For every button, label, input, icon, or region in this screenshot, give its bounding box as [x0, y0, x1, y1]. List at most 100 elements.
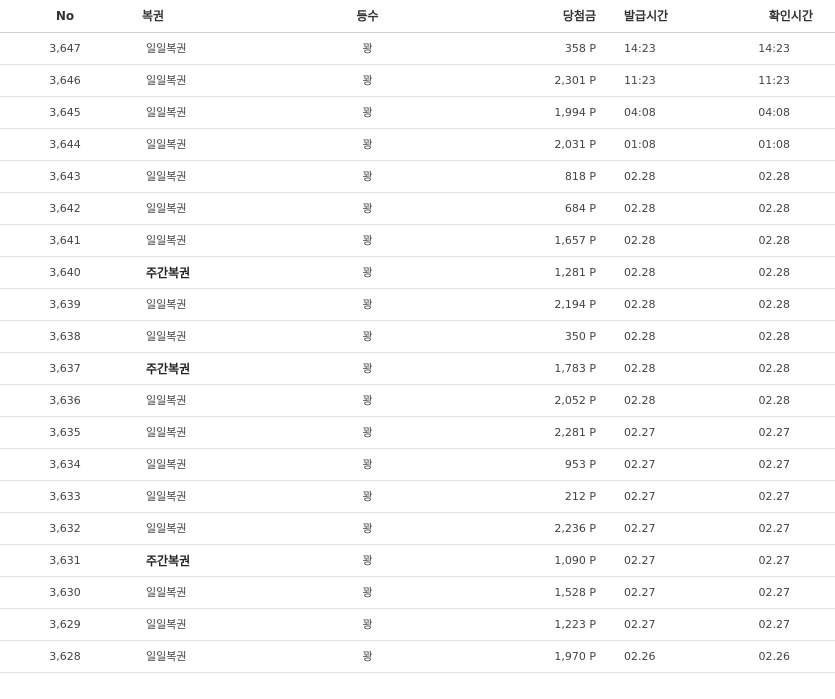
row-rank: 꽝 — [270, 480, 465, 513]
row-no: 3,647 — [0, 32, 130, 65]
table-row: 3,637 주간복권 꽝 1,783 P 02.28 02.28 — [0, 352, 835, 385]
row-confirmed-time: 02.27 — [710, 480, 835, 513]
row-confirmed-time: 02.28 — [710, 192, 835, 225]
row-no: 3,633 — [0, 480, 130, 513]
row-issued-time: 02.27 — [610, 416, 710, 449]
row-rank: 꽝 — [270, 224, 465, 257]
lottery-history-table: No 복권 등수 당첨금 발급시간 확인시간 3,647 일일복권 꽝 358 P 14… — [0, 0, 835, 673]
row-prize: 953 P — [465, 448, 610, 481]
row-issued-time: 02.28 — [610, 320, 710, 353]
row-prize: 2,031 P — [465, 128, 610, 161]
row-no: 3,631 — [0, 544, 130, 577]
row-rank: 꽝 — [270, 64, 465, 97]
row-lottery-name: 일일복권 — [130, 448, 270, 481]
table-row: 3,629 일일복권 꽝 1,223 P 02.27 02.27 — [0, 608, 835, 641]
row-confirmed-time: 02.28 — [710, 288, 835, 321]
row-lottery-name: 일일복권 — [130, 512, 270, 545]
row-lottery-name: 일일복권 — [130, 32, 270, 65]
row-issued-time: 02.27 — [610, 512, 710, 545]
header-rank: 등수 — [270, 0, 465, 33]
table-row: 3,644 일일복권 꽝 2,031 P 01:08 01:08 — [0, 128, 835, 161]
row-no: 3,643 — [0, 160, 130, 193]
row-no: 3,637 — [0, 352, 130, 385]
row-confirmed-time: 02.26 — [710, 640, 835, 673]
row-rank: 꽝 — [270, 576, 465, 609]
row-prize: 818 P — [465, 160, 610, 193]
row-prize: 1,657 P — [465, 224, 610, 257]
row-rank: 꽝 — [270, 512, 465, 545]
table-row: 3,645 일일복권 꽝 1,994 P 04:08 04:08 — [0, 96, 835, 129]
row-confirmed-time: 02.27 — [710, 544, 835, 577]
row-issued-time: 02.28 — [610, 256, 710, 289]
row-confirmed-time: 01:08 — [710, 128, 835, 161]
row-issued-time: 02.27 — [610, 448, 710, 481]
row-confirmed-time: 11:23 — [710, 64, 835, 97]
row-confirmed-time: 02.28 — [710, 160, 835, 193]
row-confirmed-time: 02.27 — [710, 416, 835, 449]
row-no: 3,635 — [0, 416, 130, 449]
row-issued-time: 02.27 — [610, 608, 710, 641]
row-no: 3,642 — [0, 192, 130, 225]
row-rank: 꽝 — [270, 544, 465, 577]
row-lottery-name: 주간복권 — [130, 256, 270, 289]
row-issued-time: 02.27 — [610, 576, 710, 609]
row-confirmed-time: 02.28 — [710, 352, 835, 385]
row-confirmed-time: 04:08 — [710, 96, 835, 129]
row-no: 3,644 — [0, 128, 130, 161]
row-no: 3,636 — [0, 384, 130, 417]
row-issued-time: 14:23 — [610, 32, 710, 65]
row-no: 3,640 — [0, 256, 130, 289]
row-rank: 꽝 — [270, 352, 465, 385]
row-issued-time: 02.27 — [610, 480, 710, 513]
row-issued-time: 02.28 — [610, 160, 710, 193]
table-row: 3,630 일일복권 꽝 1,528 P 02.27 02.27 — [0, 576, 835, 609]
row-no: 3,628 — [0, 640, 130, 673]
row-prize: 2,281 P — [465, 416, 610, 449]
row-rank: 꽝 — [270, 320, 465, 353]
row-issued-time: 02.28 — [610, 352, 710, 385]
row-confirmed-time: 02.28 — [710, 320, 835, 353]
row-no: 3,646 — [0, 64, 130, 97]
row-issued-time: 02.27 — [610, 544, 710, 577]
row-issued-time: 01:08 — [610, 128, 710, 161]
table-header: No 복권 등수 당첨금 발급시간 확인시간 — [0, 0, 835, 33]
row-rank: 꽝 — [270, 128, 465, 161]
row-confirmed-time: 02.28 — [710, 256, 835, 289]
row-prize: 1,783 P — [465, 352, 610, 385]
table-row: 3,636 일일복권 꽝 2,052 P 02.28 02.28 — [0, 384, 835, 417]
row-confirmed-time: 02.27 — [710, 512, 835, 545]
row-lottery-name: 일일복권 — [130, 576, 270, 609]
row-issued-time: 02.28 — [610, 384, 710, 417]
header-issued-time: 발급시간 — [610, 0, 710, 33]
row-rank: 꽝 — [270, 96, 465, 129]
row-lottery-name: 일일복권 — [130, 224, 270, 257]
row-confirmed-time: 02.28 — [710, 384, 835, 417]
row-lottery-name: 일일복권 — [130, 192, 270, 225]
row-lottery-name: 일일복권 — [130, 64, 270, 97]
row-lottery-name: 일일복권 — [130, 160, 270, 193]
table-row: 3,646 일일복권 꽝 2,301 P 11:23 11:23 — [0, 64, 835, 97]
row-lottery-name: 일일복권 — [130, 608, 270, 641]
row-prize: 684 P — [465, 192, 610, 225]
row-no: 3,645 — [0, 96, 130, 129]
table-row: 3,631 주간복권 꽝 1,090 P 02.27 02.27 — [0, 544, 835, 577]
row-prize: 2,301 P — [465, 64, 610, 97]
table-row: 3,628 일일복권 꽝 1,970 P 02.26 02.26 — [0, 640, 835, 673]
row-lottery-name: 일일복권 — [130, 128, 270, 161]
row-rank: 꽝 — [270, 288, 465, 321]
row-issued-time: 02.28 — [610, 224, 710, 257]
table-row: 3,634 일일복권 꽝 953 P 02.27 02.27 — [0, 448, 835, 481]
row-lottery-name: 일일복권 — [130, 416, 270, 449]
row-prize: 1,090 P — [465, 544, 610, 577]
row-issued-time: 02.28 — [610, 288, 710, 321]
row-confirmed-time: 02.27 — [710, 608, 835, 641]
header-no: No — [0, 0, 130, 33]
row-confirmed-time: 02.28 — [710, 224, 835, 257]
row-no: 3,638 — [0, 320, 130, 353]
row-issued-time: 11:23 — [610, 64, 710, 97]
row-rank: 꽝 — [270, 160, 465, 193]
row-prize: 2,052 P — [465, 384, 610, 417]
row-no: 3,634 — [0, 448, 130, 481]
row-rank: 꽝 — [270, 384, 465, 417]
row-prize: 2,194 P — [465, 288, 610, 321]
